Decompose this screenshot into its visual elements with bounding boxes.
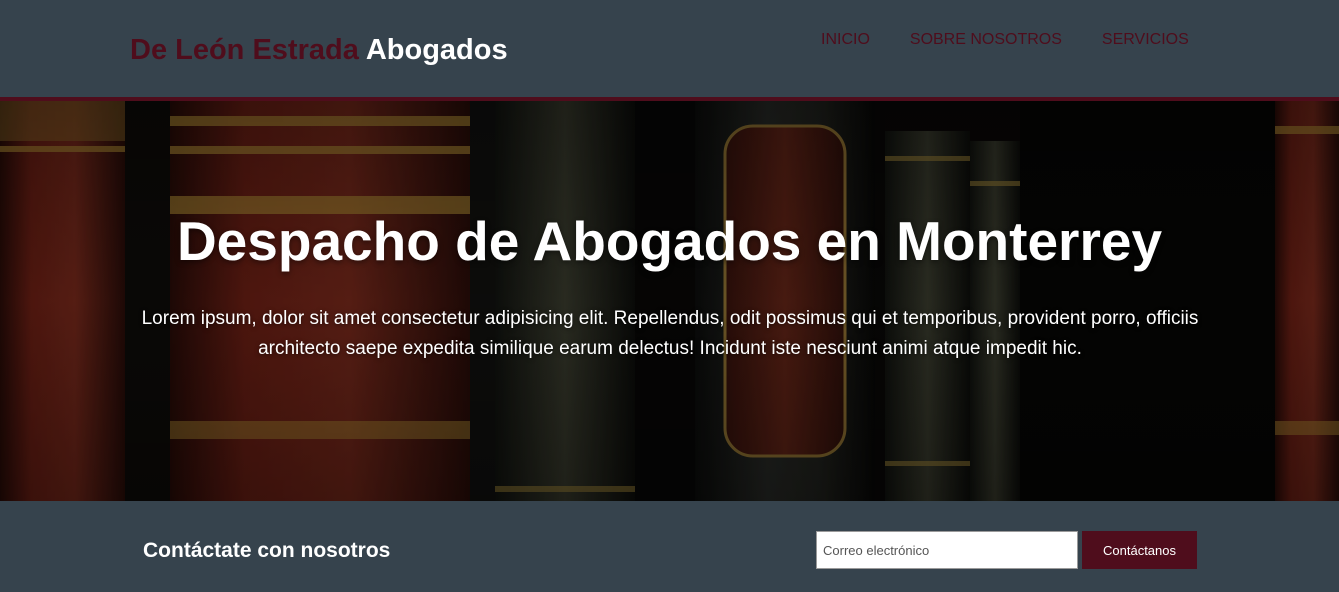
hero-title: Despacho de Abogados en Monterrey xyxy=(176,210,1163,272)
main-nav: INICIO SOBRE NOSOTROS SERVICIOS xyxy=(821,30,1189,50)
contact-submit-button[interactable]: Contáctanos xyxy=(1082,531,1197,569)
site-header: De León Estrada Abogados INICIO SOBRE NO… xyxy=(0,0,1339,98)
hero-section: Despacho de Abogados en Monterrey Lorem … xyxy=(0,101,1339,501)
contact-bar: Contáctate con nosotros Contáctanos xyxy=(0,501,1339,592)
nav-link-inicio[interactable]: INICIO xyxy=(821,30,870,50)
contact-form: Contáctanos xyxy=(816,531,1197,569)
email-input[interactable] xyxy=(816,531,1078,569)
hero-background-image xyxy=(0,101,1339,501)
nav-link-sobre-nosotros[interactable]: SOBRE NOSOTROS xyxy=(910,30,1062,50)
hero-description: Lorem ipsum, dolor sit amet consectetur … xyxy=(141,308,1199,359)
nav-link-servicios[interactable]: SERVICIOS xyxy=(1102,30,1189,50)
logo-name-part[interactable]: De León Estrada xyxy=(130,34,359,66)
site-logo[interactable]: De León Estrada Abogados xyxy=(130,31,508,69)
contact-heading: Contáctate con nosotros xyxy=(143,539,391,562)
logo-abogados-part[interactable]: Abogados xyxy=(366,34,508,66)
